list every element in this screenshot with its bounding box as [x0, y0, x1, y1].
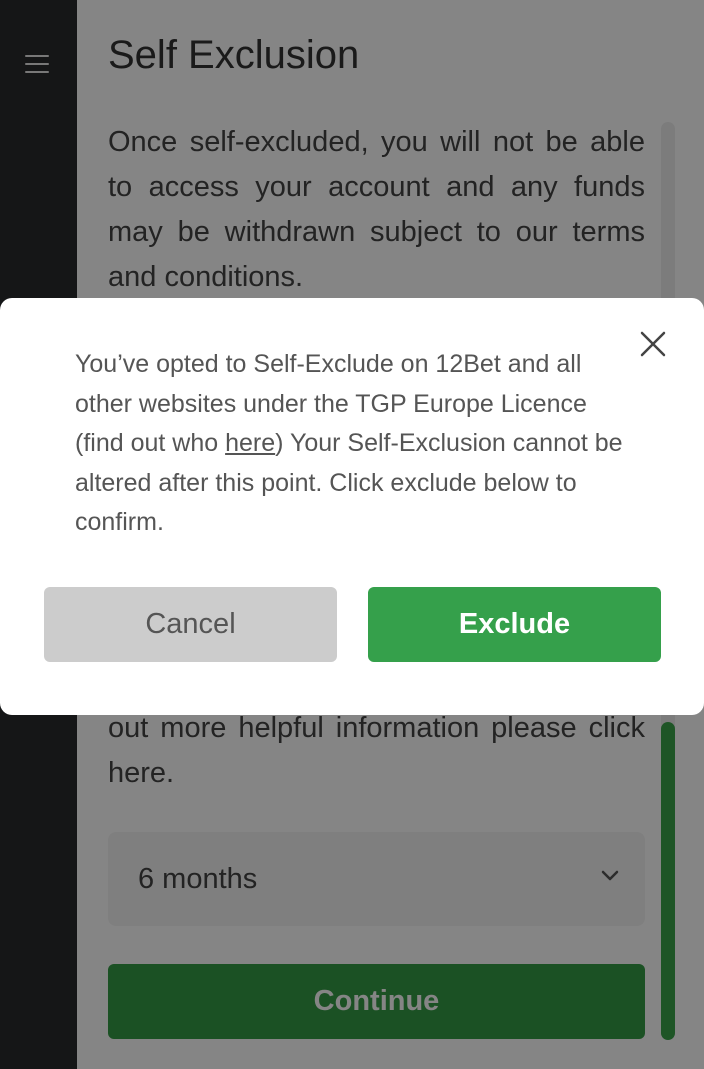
cancel-button[interactable]: Cancel [44, 587, 337, 662]
close-icon[interactable] [638, 329, 668, 359]
exclude-button[interactable]: Exclude [368, 587, 661, 662]
confirm-message: You’ve opted to Self-Exclude on 12Bet an… [75, 345, 635, 543]
here-link[interactable]: here [225, 429, 275, 457]
